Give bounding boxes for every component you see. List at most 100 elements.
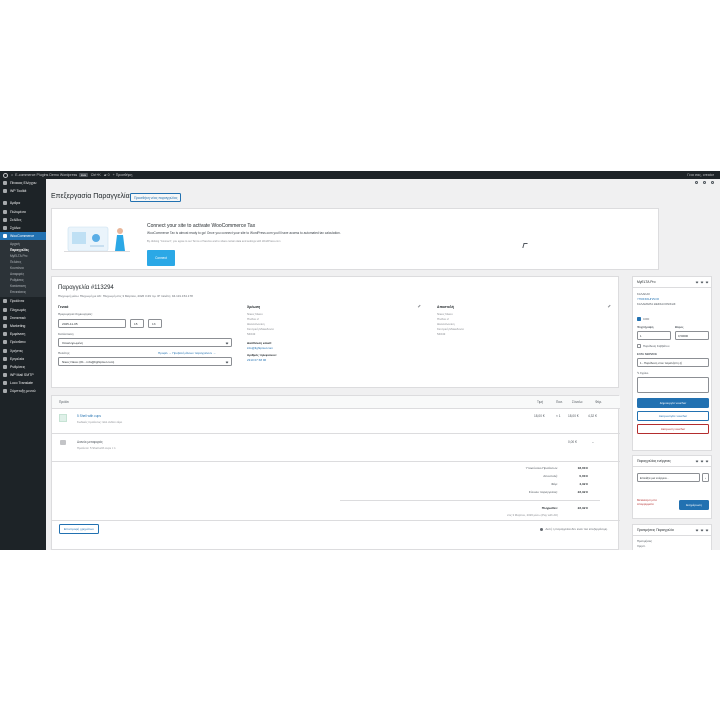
site-name[interactable]: ⌂ E-commerce Plugins Demo Wordpress Live (11, 173, 88, 177)
order-status-select[interactable]: Ολοκληρωμένη (58, 338, 232, 347)
truck-icon (60, 440, 66, 445)
wordpress-logo-icon[interactable] (3, 172, 8, 178)
sidebar-item-mail[interactable]: WP Mail SMTP (0, 371, 46, 379)
weight-input[interactable]: 0,50000 (675, 331, 709, 340)
comment-bubble-icon: ▰ (103, 173, 107, 177)
saturday-delivery-checkbox[interactable]: Παράδοση Σαββάτου (637, 344, 669, 348)
sidebar-item-appearance[interactable]: Εμφάνιση (0, 330, 46, 338)
order-date-input[interactable]: 2025-11-05 (58, 319, 126, 328)
payments-icon (3, 307, 7, 312)
toggle-icon[interactable] (705, 528, 709, 532)
order-totals: Υποσύνολο Προϊόντων: 18,00 € Αποστολή: 0,0… (525, 466, 588, 494)
shipping-heading: Αποστολή (437, 305, 454, 309)
cancel-voucher-button[interactable]: Ακύρωση voucher (637, 424, 709, 434)
toggle-icon[interactable] (705, 459, 709, 463)
sidebar-item-media[interactable]: Πολυμέσα (0, 208, 46, 216)
command-palette[interactable]: Ctrl+K (91, 173, 101, 177)
sidebar-item-toolkit[interactable]: WP Toolkit (0, 187, 46, 195)
phone-label: Αριθμός τηλεφώνου: (247, 353, 277, 357)
chevron-up-icon[interactable] (695, 459, 699, 463)
update-order-button[interactable]: Ενημέρωση (679, 500, 709, 510)
chevron-down-icon[interactable] (700, 280, 704, 284)
sidebar-item-dashboard[interactable]: Πίνακας Ελέγχου (0, 179, 46, 187)
chevron-down-icon (225, 341, 229, 344)
service-select[interactable]: 1 - Παράδοση στον παραλήπτη (ή (637, 358, 709, 367)
notice-terms: By clicking "Connect", you agree to our … (147, 240, 281, 243)
sidebar-item-marketing[interactable]: Marketing (0, 322, 46, 330)
edit-shipping-icon[interactable] (606, 303, 611, 308)
sidebar-item-comment[interactable]: Σχόλια (0, 224, 46, 232)
box-controls[interactable] (695, 459, 709, 463)
settings-icon (3, 364, 7, 369)
billing-heading: Χρέωση (247, 305, 261, 309)
new-content-menu[interactable]: + Προσθήκη (113, 173, 133, 177)
sidebar-item-payments[interactable]: Πληρωμές (0, 306, 46, 314)
product-link[interactable]: 5 Shell with cups (77, 414, 101, 418)
comments-menu[interactable]: ▰ 0 (104, 173, 110, 177)
settings-icon[interactable] (695, 181, 698, 184)
sidebar-item-analytics[interactable]: Στατιστικά (0, 314, 46, 322)
mouse-cursor-icon (522, 243, 528, 248)
billing-phone-link[interactable]: 2310 07 68 96 (247, 358, 266, 363)
chevron-up-icon[interactable] (695, 528, 699, 532)
order-actions-box: Παραγγελίας ενέργειες Επιλέξτε μια ενέργ… (632, 455, 712, 519)
edit-billing-icon[interactable] (416, 303, 421, 308)
help-icon[interactable] (703, 181, 706, 184)
sidebar-item-products[interactable]: Προϊόντα (0, 297, 46, 305)
refund-button[interactable]: Επιστροφή χρημάτων (59, 524, 99, 534)
page-title: Επεξεργασία Παραγγελίας (51, 193, 133, 200)
sidebar-item-users[interactable]: Χρήστες (0, 346, 46, 354)
sidebar-item-pin[interactable]: Άρθρα (0, 199, 46, 207)
sidebar-item-page[interactable]: Σελίδες (0, 216, 46, 224)
media-icon (3, 209, 7, 214)
chevron-down-icon[interactable] (700, 459, 704, 463)
customer-select[interactable]: Νίκος Νίκου (#1 - info@lightpixel.com) (58, 357, 232, 366)
sidebar-item-woocommerce[interactable]: WooCommerce (0, 232, 46, 241)
sidebar-item-collapse[interactable]: Σύμπτυξη μενού (0, 387, 46, 395)
translate-icon (3, 381, 7, 386)
chevron-down-icon[interactable] (700, 528, 704, 532)
paid-summary: Πληρωθεν: 22,32 € στις 3 Μαρτίου, 2026 μέ… (506, 506, 588, 517)
sidebar-item-translate[interactable]: Loco Translate (0, 379, 46, 387)
pieces-input[interactable]: 1 (637, 331, 671, 340)
connect-button[interactable]: Connect (147, 250, 175, 266)
customer-profile-links[interactable]: Προφίλ → Προβολή άλλων παραγγελιών → (158, 351, 216, 355)
order-data-panel: Παραγγελία #113294 Πληρωμή μέσω Πληρωμή … (51, 276, 619, 388)
print-voucher-button[interactable]: Ακύρωση/σε voucher (637, 411, 709, 421)
box-controls[interactable] (695, 528, 709, 532)
page-icon (3, 217, 7, 222)
product-thumbnail (59, 414, 67, 422)
order-action-select[interactable]: Επιλέξτε μια ενέργεια... (637, 473, 700, 482)
add-order-button[interactable]: Προσθήκη νέας παραγγελίας (130, 193, 182, 202)
mail-icon (3, 373, 7, 378)
table-row: Διανύκ μεταφοράς Προϊόντα: 5 Shell with … (52, 439, 620, 453)
account-menu[interactable]: Γεια σας, creator (687, 173, 714, 177)
info-icon (540, 527, 544, 531)
sidebar-item-settings[interactable]: Ρυθμίσεις (0, 363, 46, 371)
sidebar-item-plugins[interactable]: Πρόσθετα (0, 338, 46, 346)
shipping-address: Νίκος Νίκου Πίνδου 2 Θεσσαλονίκη Κεντρικ… (437, 312, 464, 336)
box-controls[interactable] (695, 280, 709, 284)
sidebar-item-tools[interactable]: Εργαλεία (0, 355, 46, 363)
order-minute-input[interactable]: 13 (148, 319, 162, 328)
date-label: Ημερομηνία δημιουργίας: (58, 312, 93, 316)
plugins-icon (3, 340, 7, 345)
order-hour-input[interactable]: 15 (130, 319, 144, 328)
cod-checkbox[interactable]: COD (637, 317, 649, 321)
table-row: 5 Shell with cups Κωδικός προϊόντος: Θελ… (52, 413, 620, 429)
chevron-right-icon: › (705, 475, 706, 480)
billing-email-link[interactable]: info@lightpixel.com (247, 346, 273, 351)
account-icon[interactable] (711, 181, 714, 184)
home-icon: ⌂ (11, 173, 14, 177)
notes-textarea[interactable] (637, 377, 709, 393)
submenu-item[interactable]: Επεκτάσεις (0, 289, 46, 295)
chevron-up-icon[interactable] (695, 280, 699, 284)
move-to-trash-link[interactable]: Μετακίνηση στα Απορρίμματα (637, 498, 657, 506)
toggle-icon[interactable] (705, 280, 709, 284)
screen-options[interactable] (695, 181, 714, 184)
notice-description: WooCommerce Tax is almost ready to go! O… (147, 231, 341, 235)
create-voucher-button[interactable]: Δημιουργία voucher (637, 398, 709, 408)
woocommerce-submenu: Αρχική Παραγγελίες MyELTA Pro Πελάτες Κουπόν… (0, 240, 46, 298)
admin-bar: ⌂ E-commerce Plugins Demo Wordpress Live C… (0, 171, 720, 179)
apply-action-button[interactable]: › (702, 473, 709, 482)
